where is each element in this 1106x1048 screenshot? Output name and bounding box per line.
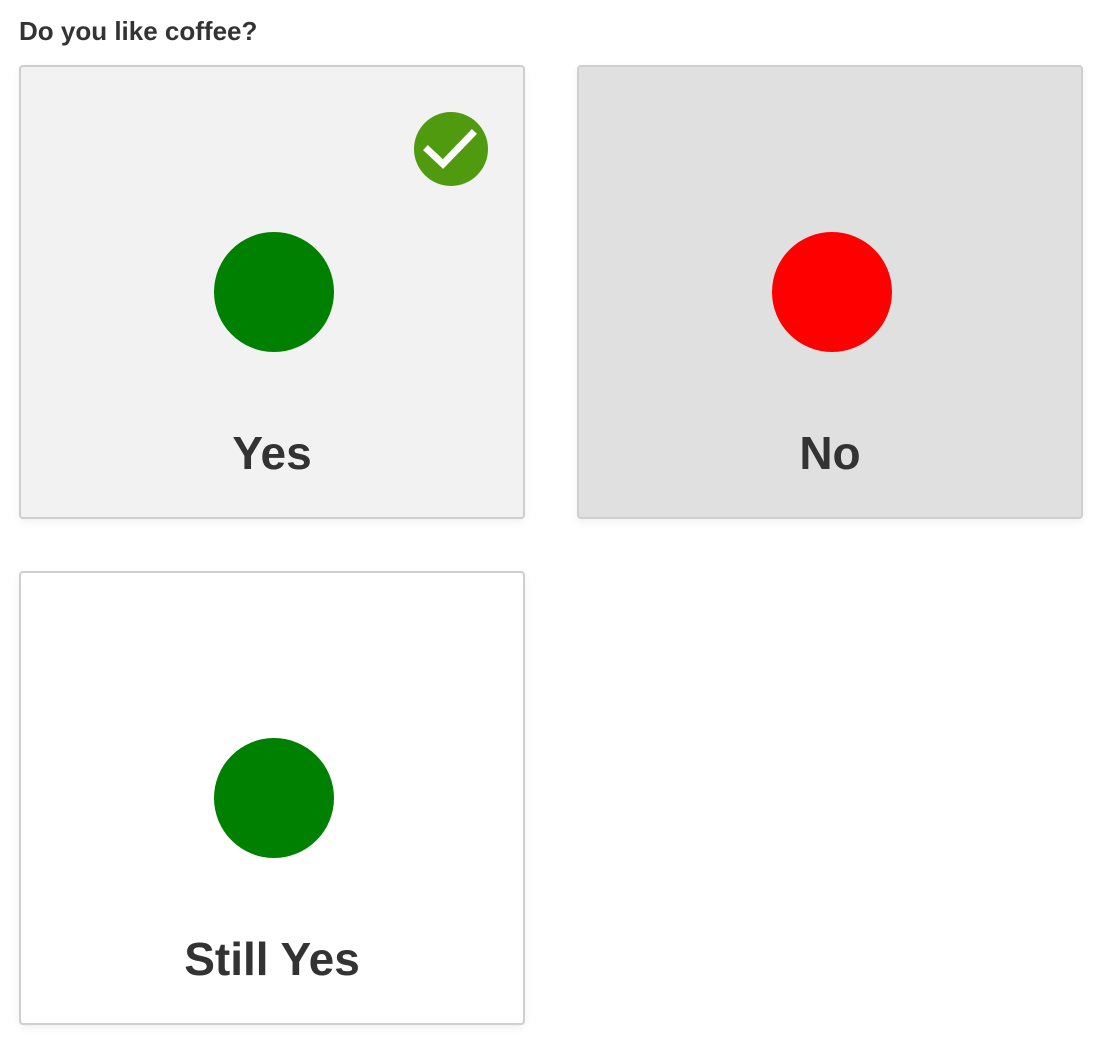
option-label-still-yes: Still Yes	[184, 933, 360, 985]
option-label-no: No	[799, 427, 861, 479]
option-label-yes: Yes	[232, 427, 312, 479]
green-circle-indicator	[214, 232, 334, 352]
option-card-still-yes[interactable]: Still Yes	[19, 571, 525, 1025]
selected-check-badge	[414, 112, 488, 186]
option-card-no[interactable]: No	[577, 65, 1083, 519]
green-circle-indicator	[214, 738, 334, 858]
question-title: Do you like coffee?	[19, 16, 258, 46]
red-circle-indicator	[772, 232, 892, 352]
checkmark-icon	[423, 129, 477, 169]
option-card-yes[interactable]: Yes	[19, 65, 525, 519]
